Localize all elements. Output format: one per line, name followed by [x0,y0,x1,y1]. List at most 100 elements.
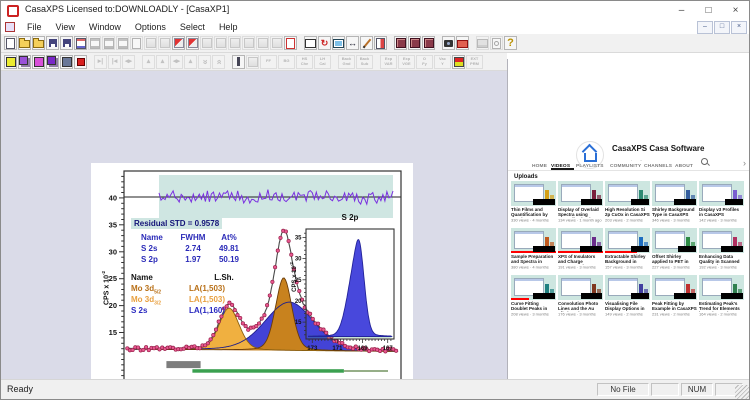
notes-button[interactable] [284,36,297,50]
video-card[interactable]: 13:25 Sample Preparation and Spectra in … [511,228,556,270]
search-icon[interactable] [701,158,708,165]
menu-view[interactable]: View [49,22,82,32]
new-file-button[interactable] [4,36,17,50]
video-thumbnail[interactable]: 16:18 [652,275,697,300]
video-card[interactable]: 8:02 Display v3 Profiles in CasaXPS 142 … [699,181,744,223]
video-title[interactable]: Visualising File Display Options in Casa… [605,301,650,312]
element-library-button[interactable] [456,36,469,50]
video-title[interactable]: Shirley Background Type in CasaXPS [652,207,697,218]
minimize-button[interactable]: – [668,1,695,20]
video-thumbnail[interactable]: 9:41 [605,181,650,206]
video-card[interactable]: 9:13 Offset Shirley applied to PET in Ca… [652,228,697,270]
video-title[interactable]: Enhancing Data Quality in Scanned Spectr… [699,254,744,265]
save-as-button[interactable] [60,36,73,50]
channel-name[interactable]: CasaXPS Casa Software [612,144,705,153]
tabs-overflow-chevron[interactable]: › [743,158,746,168]
video-title[interactable]: Estimating Peak's Trend for Elements in … [699,301,744,312]
tab-about[interactable]: ABOUT [675,157,695,168]
video-card[interactable]: 11:08 Display of Overlaid Spectra using … [558,181,603,223]
video-title[interactable]: Thin Films and Quantification by XPS in … [511,207,556,218]
video-title[interactable]: Display of Overlaid Spectra using Normal… [558,207,603,218]
video-thumbnail[interactable]: 14:32 [511,181,556,206]
video-card[interactable]: 7:58 Extractable Shirley Background in C… [605,228,650,270]
video-card[interactable]: 8:37 Visualising File Display Options in… [605,275,650,317]
s2p-inset-plot[interactable]: 1731711691671520253035 [294,221,399,353]
refresh-display-button[interactable]: ↻ [318,36,331,50]
annotate-button[interactable] [360,36,373,50]
tab-videos[interactable]: VIDEOS [551,157,574,170]
video-title[interactable]: Curve Fitting Doublet Peaks in CasaXPS [511,301,556,312]
convert-file-button[interactable] [32,36,45,50]
child-restore-button[interactable]: □ [714,21,730,34]
menu-select[interactable]: Select [173,22,212,32]
video-card[interactable]: 10:44 XPS of Insulators and Charge Compe… [558,228,603,270]
menu-options[interactable]: Options [128,22,173,32]
display-frame-button[interactable] [304,36,317,50]
video-thumbnail[interactable]: 7:58 [605,228,650,253]
video-thumbnail[interactable]: 10:55 [699,275,744,300]
quantify-page-button[interactable] [374,36,387,50]
document-icon[interactable] [5,22,15,32]
video-title[interactable]: High Resolution Si 2p CuOx in CasaXPS [605,207,650,218]
close-button[interactable]: × [722,1,749,20]
open-file-button[interactable] [18,36,31,50]
video-card[interactable]: 9:41 High Resolution Si 2p CuOx in CasaX… [605,181,650,223]
menu-window[interactable]: Window [82,22,128,32]
tab-channels[interactable]: CHANNELS [644,157,673,168]
video-thumbnail[interactable]: 8:37 [605,275,650,300]
video-title[interactable]: XPS of Insulators and Charge Compensatio… [558,254,603,265]
tab-home[interactable]: HOME [532,157,549,168]
processing-2-button[interactable] [408,36,421,50]
overlay-active-button[interactable] [186,36,199,50]
video-card[interactable]: 16:18 Peak Fitting by Example in CasaXPS… [652,275,697,317]
menu-file[interactable]: File [20,22,49,32]
video-title[interactable]: Display v3 Profiles in CasaXPS [699,207,744,218]
processing-1-button[interactable] [394,36,407,50]
video-thumbnail[interactable]: 11:08 [558,181,603,206]
video-title[interactable]: Peak Fitting by Example in CasaXPS [652,301,697,312]
menu-help[interactable]: Help [212,22,245,32]
intensity-calibration-button[interactable] [232,55,245,69]
video-thumbnail[interactable]: 15:06 [699,228,744,253]
regions-button[interactable] [18,55,31,69]
video-title[interactable]: Extractable Shirley Background in CasaXP… [605,254,650,265]
tab-playlists[interactable]: PLAYLISTS [576,157,608,168]
video-thumbnail[interactable]: 9:13 [652,228,697,253]
video-thumbnail[interactable]: 12:40 [511,275,556,300]
maximize-button[interactable]: □ [695,1,722,20]
video-card[interactable]: 12:17 Shirley Background Type in CasaXPS… [652,181,697,223]
video-thumbnail[interactable]: 11:29 [558,275,603,300]
processing-monitor-button[interactable] [332,36,345,50]
video-title[interactable]: Offset Shirley applied to PET in CasaXPS [652,254,697,265]
tab-community[interactable]: COMMUNITY [610,157,642,168]
video-title[interactable]: Sample Preparation and Spectra in CasaXP… [511,254,556,265]
video-thumbnail[interactable]: 8:02 [699,181,744,206]
delete-page-button[interactable] [74,55,87,69]
copy-page-button[interactable] [74,36,87,50]
video-thumbnail[interactable]: 13:25 [511,228,556,253]
overlay-spectra-button[interactable] [172,36,185,50]
annotation-history-button[interactable] [60,55,73,69]
save-file-button[interactable] [46,36,59,50]
video-card[interactable]: 11:29 Convolution Photo Lines and the Au… [558,275,603,317]
video-card[interactable]: 10:55 Estimating Peak's Trend for Elemen… [699,275,744,317]
video-thumbnail[interactable]: 10:44 [558,228,603,253]
quantification-button[interactable] [4,55,17,69]
video-card[interactable]: 12:40 Curve Fitting Doublet Peaks in Cas… [511,275,556,317]
expand-axes-button[interactable]: ↔ [346,36,359,50]
resize-grip[interactable] [735,385,749,399]
sort-by-button[interactable]: ≡ SORT BY [701,174,743,181]
child-close-button[interactable]: × [731,21,747,34]
video-thumbnail[interactable]: 12:17 [652,181,697,206]
play-all-button[interactable]: PLAY ALL [548,174,584,181]
video-card[interactable]: 15:06 Enhancing Data Quality in Scanned … [699,228,744,270]
report-spec-button[interactable] [46,55,59,69]
components-button[interactable] [32,55,45,69]
video-title[interactable]: Convolution Photo Lines and the Au 4f/5d… [558,301,603,312]
toggle-view-button[interactable] [452,55,465,69]
video-card[interactable]: 14:32 Thin Films and Quantification by X… [511,181,556,223]
help-button[interactable]: ? [504,36,517,50]
spectrum-document-canvas[interactable]: 240236232228152025303540 Residual STD = … [91,163,413,400]
snapshot-button[interactable] [442,36,455,50]
processing-3-button[interactable] [422,36,435,50]
